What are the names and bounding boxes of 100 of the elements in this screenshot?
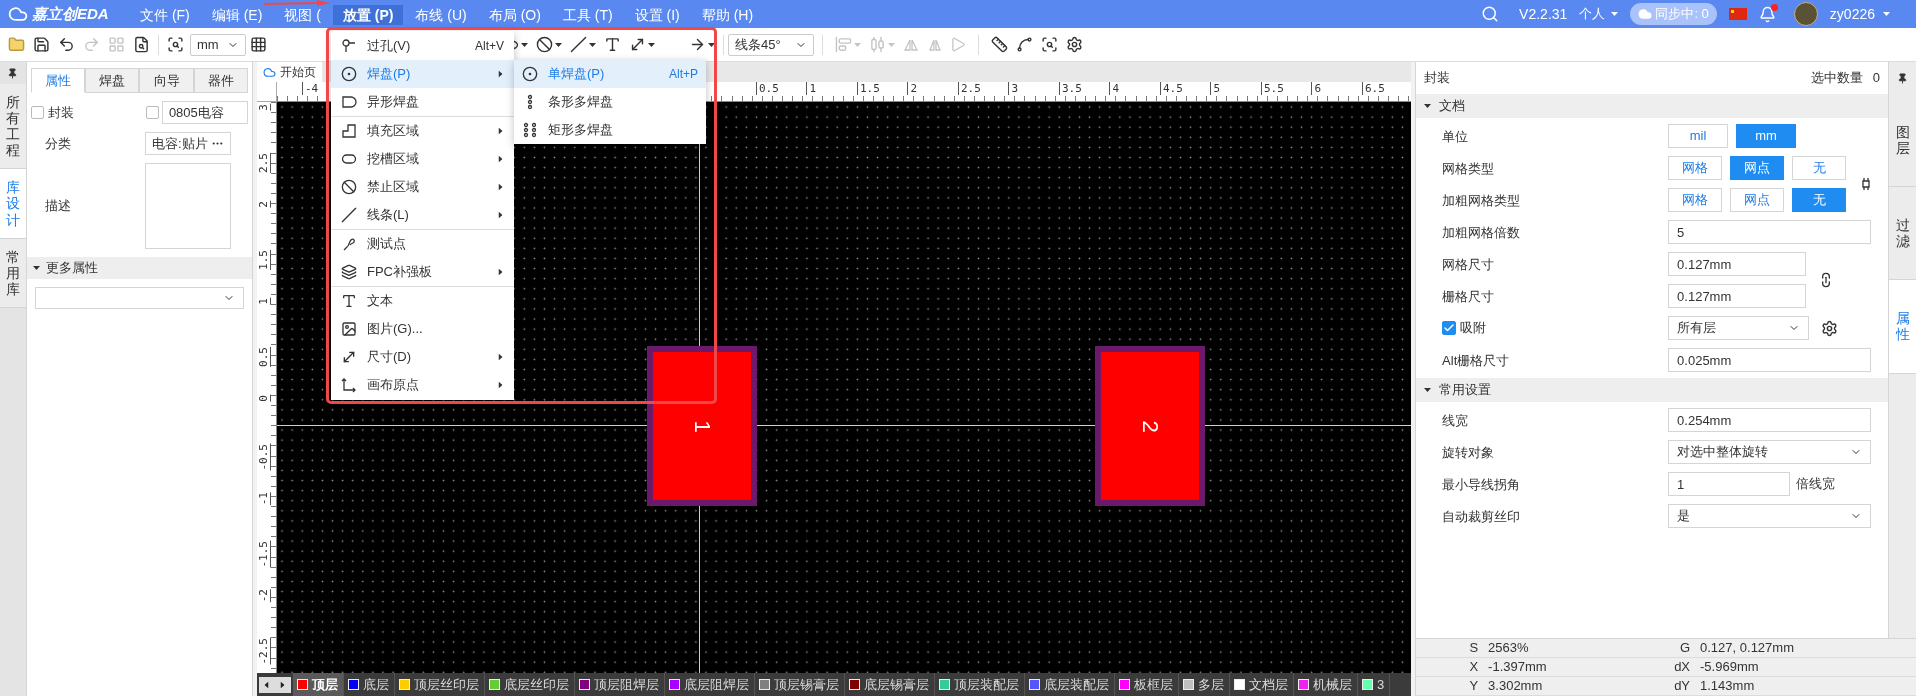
- menu-entry[interactable]: 过孔(V) Alt+V: [331, 32, 514, 60]
- pad[interactable]: 1: [646, 346, 757, 506]
- sidebar-tab[interactable]: 属性: [1889, 280, 1916, 374]
- layer-tab[interactable]: 底层装配层: [1024, 673, 1115, 696]
- search-icon[interactable]: [1481, 5, 1500, 23]
- ruler-label: 3: [257, 104, 271, 111]
- checkbox[interactable]: [145, 106, 159, 119]
- menu-entry[interactable]: 填充区域: [331, 117, 514, 145]
- value-field[interactable]: 0.127mm: [1668, 284, 1807, 308]
- ruler-label: 4.5: [1159, 82, 1183, 95]
- option-button[interactable]: 网格: [1668, 188, 1723, 212]
- line-mode-select[interactable]: 线条45°: [728, 33, 814, 56]
- property-label: 最小导线拐角: [1442, 477, 1521, 492]
- menu-item[interactable]: 放置 (P): [332, 5, 404, 25]
- sidebar-tab[interactable]: 库设计: [0, 169, 26, 239]
- avatar[interactable]: [1793, 2, 1818, 26]
- menu-entry[interactable]: 测试点: [331, 230, 514, 258]
- ruler-label: -1: [257, 492, 271, 506]
- save-icon: [33, 36, 50, 53]
- menu-entry[interactable]: 画布原点: [331, 371, 514, 399]
- layer-tab[interactable]: 顶层装配层: [934, 673, 1025, 696]
- layer-tab[interactable]: 机械层: [1293, 673, 1358, 696]
- description-field[interactable]: [144, 163, 231, 249]
- ruler-label: 1: [257, 298, 271, 305]
- layer-tab[interactable]: 底层: [343, 673, 395, 696]
- menu-entry[interactable]: 图片(G)...: [331, 315, 514, 343]
- layer-tab[interactable]: 顶层阻焊层: [574, 673, 665, 696]
- name-field[interactable]: 0805电容: [161, 101, 248, 124]
- select-field[interactable]: 是: [1668, 504, 1872, 528]
- layer-tab[interactable]: 底层锡膏层: [844, 673, 935, 696]
- status-label: S: [1468, 639, 1479, 658]
- left-caret-icon: [264, 681, 269, 688]
- property-label: 网格类型: [1442, 161, 1495, 176]
- sidebar-tab[interactable]: 图层: [1889, 94, 1916, 188]
- caret-icon: [648, 42, 655, 47]
- flag-icon[interactable]: [1728, 8, 1747, 20]
- panel-tab[interactable]: 器件: [193, 68, 248, 93]
- document-tab[interactable]: 开始页: [256, 62, 322, 82]
- layer-tab[interactable]: 底层阻焊层: [664, 673, 755, 696]
- category-field[interactable]: 电容:贴片: [144, 132, 231, 155]
- settings-icon[interactable]: [1821, 319, 1839, 337]
- option-button[interactable]: 网格: [1668, 156, 1723, 180]
- menu-entry[interactable]: 挖槽区域: [331, 145, 514, 173]
- arrow-right-icon: [689, 36, 706, 53]
- menu-entry[interactable]: 文本: [331, 287, 514, 315]
- prohibited-icon: [536, 36, 553, 53]
- layer-tab[interactable]: 3: [1357, 673, 1391, 696]
- zoom-area-icon: [167, 36, 184, 53]
- ruler-label: 5: [1210, 82, 1220, 95]
- layer-tab[interactable]: 文档层: [1229, 673, 1294, 696]
- menu-entry[interactable]: 矩形多焊盘: [514, 116, 706, 144]
- sidebar-tab[interactable]: 常用库: [0, 238, 26, 308]
- checkbox[interactable]: [30, 106, 44, 119]
- value-field[interactable]: 5: [1668, 220, 1872, 244]
- unit-select[interactable]: mm: [190, 33, 246, 56]
- panel-tab[interactable]: 属性: [30, 68, 86, 93]
- layer-tab[interactable]: 多层: [1178, 673, 1230, 696]
- menu-entry[interactable]: 单焊盘(P) Alt+P: [514, 60, 706, 88]
- layer-tab[interactable]: 板框层: [1114, 673, 1179, 696]
- ruler-label: 5.5: [1260, 82, 1284, 95]
- caret-icon: [1424, 104, 1432, 108]
- value-field[interactable]: 0.127mm: [1668, 252, 1807, 276]
- select-field[interactable]: 所有层: [1668, 316, 1810, 340]
- layer-tab[interactable]: 顶层丝印层: [394, 673, 485, 696]
- scroll-left-button[interactable]: [258, 676, 275, 693]
- value-field[interactable]: 0.025mm: [1668, 348, 1872, 372]
- ruler-label: -2.5: [257, 637, 271, 664]
- ruler-search-icon: [1041, 36, 1058, 53]
- option-button[interactable]: mil: [1668, 124, 1729, 148]
- line-icon: [341, 207, 357, 223]
- category-label: 分类: [43, 134, 72, 153]
- bell-icon[interactable]: [1758, 5, 1776, 23]
- layer-tab[interactable]: 顶层: [292, 673, 344, 696]
- select-field[interactable]: 对选中整体旋转: [1668, 440, 1872, 464]
- menu-entry[interactable]: FPC补强板: [331, 258, 514, 286]
- panel-tab[interactable]: 向导: [139, 68, 194, 93]
- caret-icon: [32, 266, 40, 270]
- checkbox[interactable]: [1442, 321, 1457, 335]
- option-button[interactable]: 网点: [1730, 188, 1785, 212]
- section-header[interactable]: 文档: [1416, 94, 1888, 118]
- value-field[interactable]: 0.254mm: [1668, 408, 1872, 432]
- layer-tab[interactable]: 底层丝印层: [484, 673, 575, 696]
- status-value: 2563%: [1488, 639, 1529, 658]
- pin-icon[interactable]: [7, 67, 19, 79]
- panel-tab[interactable]: 焊盘: [85, 68, 140, 93]
- menu-entry[interactable]: 禁止区域: [331, 173, 514, 201]
- layer-tab[interactable]: 顶层锡膏层: [754, 673, 845, 696]
- ruler-label: 3.5: [1058, 82, 1082, 95]
- menu-entry[interactable]: 线条(L): [331, 201, 514, 229]
- menu-entry[interactable]: 焊盘(P): [331, 60, 514, 88]
- status-value: -1.397mm: [1488, 658, 1547, 677]
- section-header[interactable]: 更多属性: [26, 257, 252, 279]
- option-button[interactable]: 无: [1792, 156, 1847, 180]
- section-header[interactable]: 常用设置: [1416, 378, 1888, 402]
- grid-icon: [250, 36, 267, 53]
- pin-icon[interactable]: [1897, 72, 1908, 84]
- sidebar-tab[interactable]: 所有工程: [0, 84, 26, 170]
- pad[interactable]: 2: [1094, 346, 1205, 506]
- value-field[interactable]: 1: [1668, 472, 1791, 496]
- menu-entry[interactable]: 尺寸(D): [331, 343, 514, 371]
